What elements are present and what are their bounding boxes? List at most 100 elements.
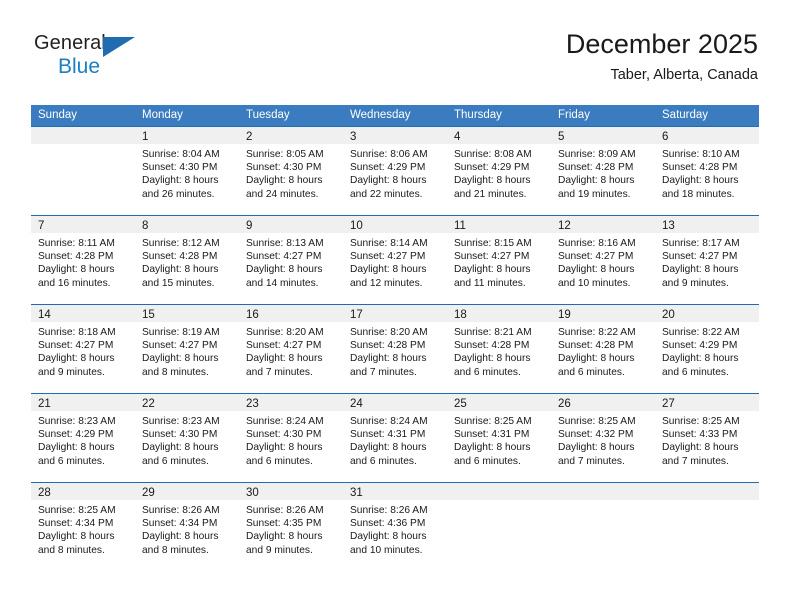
daylight-line-1: Daylight: 8 hours: [350, 442, 427, 454]
day-number: 28: [38, 487, 51, 499]
day-cell[interactable]: 11 Sunrise: 8:15 AM Sunset: 4:27 PM Dayl…: [447, 216, 551, 304]
daylight-line-1: Daylight: 8 hours: [350, 175, 427, 187]
day-info: Sunrise: 8:21 AM Sunset: 4:28 PM Dayligh…: [447, 322, 551, 379]
day-info: Sunrise: 8:08 AM Sunset: 4:29 PM Dayligh…: [447, 144, 551, 201]
day-info: [447, 500, 551, 504]
sunrise-line: Sunrise: 8:25 AM: [662, 416, 740, 427]
weekday-header-row: Sunday Monday Tuesday Wednesday Thursday…: [31, 105, 759, 126]
day-cell[interactable]: 9 Sunrise: 8:13 AM Sunset: 4:27 PM Dayli…: [239, 216, 343, 304]
day-cell[interactable]: 4 Sunrise: 8:08 AM Sunset: 4:29 PM Dayli…: [447, 127, 551, 215]
day-info: Sunrise: 8:22 AM Sunset: 4:29 PM Dayligh…: [655, 322, 759, 379]
daylight-line-2: and 7 minutes.: [246, 366, 313, 378]
day-info: Sunrise: 8:11 AM Sunset: 4:28 PM Dayligh…: [31, 233, 135, 290]
sunrise-line: Sunrise: 8:25 AM: [454, 416, 532, 427]
day-cell[interactable]: 14 Sunrise: 8:18 AM Sunset: 4:27 PM Dayl…: [31, 305, 135, 393]
daylight-line-2: and 16 minutes.: [38, 277, 111, 289]
sunset-line: Sunset: 4:28 PM: [38, 251, 114, 263]
daylight-line-2: and 26 minutes.: [142, 188, 215, 200]
day-cell[interactable]: 12 Sunrise: 8:16 AM Sunset: 4:27 PM Dayl…: [551, 216, 655, 304]
daylight-line-2: and 7 minutes.: [350, 366, 417, 378]
day-cell[interactable]: 5 Sunrise: 8:09 AM Sunset: 4:28 PM Dayli…: [551, 127, 655, 215]
daylight-line-2: and 6 minutes.: [558, 366, 625, 378]
day-cell[interactable]: 2 Sunrise: 8:05 AM Sunset: 4:30 PM Dayli…: [239, 127, 343, 215]
week-row: 28 Sunrise: 8:25 AM Sunset: 4:34 PM Dayl…: [31, 482, 759, 571]
general-blue-logo[interactable]: General Blue: [34, 32, 154, 86]
daynum-band: 28: [31, 483, 135, 500]
daylight-line-1: Daylight: 8 hours: [142, 531, 219, 543]
daylight-line-2: and 9 minutes.: [246, 544, 313, 556]
sunset-line: Sunset: 4:36 PM: [350, 518, 426, 530]
day-cell[interactable]: 7 Sunrise: 8:11 AM Sunset: 4:28 PM Dayli…: [31, 216, 135, 304]
day-cell[interactable]: 24 Sunrise: 8:24 AM Sunset: 4:31 PM Dayl…: [343, 394, 447, 482]
day-cell[interactable]: 28 Sunrise: 8:25 AM Sunset: 4:34 PM Dayl…: [31, 483, 135, 571]
daylight-line-2: and 6 minutes.: [38, 455, 105, 467]
day-cell[interactable]: 27 Sunrise: 8:25 AM Sunset: 4:33 PM Dayl…: [655, 394, 759, 482]
day-number: 6: [662, 131, 669, 143]
day-info: Sunrise: 8:06 AM Sunset: 4:29 PM Dayligh…: [343, 144, 447, 201]
day-number: 21: [38, 398, 51, 410]
sunset-line: Sunset: 4:30 PM: [246, 162, 322, 174]
day-cell[interactable]: 21 Sunrise: 8:23 AM Sunset: 4:29 PM Dayl…: [31, 394, 135, 482]
day-info: Sunrise: 8:19 AM Sunset: 4:27 PM Dayligh…: [135, 322, 239, 379]
day-cell[interactable]: 16 Sunrise: 8:20 AM Sunset: 4:27 PM Dayl…: [239, 305, 343, 393]
day-info: Sunrise: 8:14 AM Sunset: 4:27 PM Dayligh…: [343, 233, 447, 290]
day-cell[interactable]: 31 Sunrise: 8:26 AM Sunset: 4:36 PM Dayl…: [343, 483, 447, 571]
sunset-line: Sunset: 4:27 PM: [662, 251, 738, 263]
daylight-line-2: and 6 minutes.: [454, 366, 521, 378]
logo-text-blue: Blue: [58, 55, 101, 78]
daylight-line-1: Daylight: 8 hours: [350, 264, 427, 276]
daynum-band: 11: [447, 216, 551, 233]
day-info: Sunrise: 8:25 AM Sunset: 4:31 PM Dayligh…: [447, 411, 551, 468]
daylight-line-1: Daylight: 8 hours: [350, 353, 427, 365]
day-cell[interactable]: 19 Sunrise: 8:22 AM Sunset: 4:28 PM Dayl…: [551, 305, 655, 393]
daynum-band: 3: [343, 127, 447, 144]
day-cell[interactable]: 8 Sunrise: 8:12 AM Sunset: 4:28 PM Dayli…: [135, 216, 239, 304]
day-cell[interactable]: 3 Sunrise: 8:06 AM Sunset: 4:29 PM Dayli…: [343, 127, 447, 215]
day-cell[interactable]: 23 Sunrise: 8:24 AM Sunset: 4:30 PM Dayl…: [239, 394, 343, 482]
sunset-line: Sunset: 4:31 PM: [350, 429, 426, 441]
daylight-line-1: Daylight: 8 hours: [662, 353, 739, 365]
daynum-band: 21: [31, 394, 135, 411]
weekday-header-friday: Friday: [558, 109, 590, 121]
day-cell[interactable]: 20 Sunrise: 8:22 AM Sunset: 4:29 PM Dayl…: [655, 305, 759, 393]
day-number: 27: [662, 398, 675, 410]
day-number: 17: [350, 309, 363, 321]
day-info: Sunrise: 8:05 AM Sunset: 4:30 PM Dayligh…: [239, 144, 343, 201]
sunset-line: Sunset: 4:29 PM: [662, 340, 738, 352]
day-cell[interactable]: 6 Sunrise: 8:10 AM Sunset: 4:28 PM Dayli…: [655, 127, 759, 215]
day-info: [31, 144, 135, 148]
day-cell[interactable]: 29 Sunrise: 8:26 AM Sunset: 4:34 PM Dayl…: [135, 483, 239, 571]
day-number: 9: [246, 220, 253, 232]
sunrise-line: Sunrise: 8:08 AM: [454, 149, 532, 160]
day-cell[interactable]: 15 Sunrise: 8:19 AM Sunset: 4:27 PM Dayl…: [135, 305, 239, 393]
sunset-line: Sunset: 4:30 PM: [246, 429, 322, 441]
sunset-line: Sunset: 4:28 PM: [662, 162, 738, 174]
daynum-band: 14: [31, 305, 135, 322]
sunset-line: Sunset: 4:28 PM: [142, 251, 218, 263]
daynum-band: 26: [551, 394, 655, 411]
day-cell[interactable]: 22 Sunrise: 8:23 AM Sunset: 4:30 PM Dayl…: [135, 394, 239, 482]
daynum-band: [447, 483, 551, 500]
sunrise-line: Sunrise: 8:24 AM: [246, 416, 324, 427]
daylight-line-1: Daylight: 8 hours: [142, 264, 219, 276]
sunset-line: Sunset: 4:27 PM: [350, 251, 426, 263]
calendar-grid: Sunday Monday Tuesday Wednesday Thursday…: [31, 105, 759, 571]
day-cell[interactable]: 25 Sunrise: 8:25 AM Sunset: 4:31 PM Dayl…: [447, 394, 551, 482]
sunrise-line: Sunrise: 8:14 AM: [350, 238, 428, 249]
sunset-line: Sunset: 4:31 PM: [454, 429, 530, 441]
day-number: 19: [558, 309, 571, 321]
day-cell[interactable]: 17 Sunrise: 8:20 AM Sunset: 4:28 PM Dayl…: [343, 305, 447, 393]
day-info: Sunrise: 8:18 AM Sunset: 4:27 PM Dayligh…: [31, 322, 135, 379]
daylight-line-1: Daylight: 8 hours: [246, 175, 323, 187]
daylight-line-1: Daylight: 8 hours: [246, 264, 323, 276]
sunset-line: Sunset: 4:29 PM: [350, 162, 426, 174]
day-cell[interactable]: 18 Sunrise: 8:21 AM Sunset: 4:28 PM Dayl…: [447, 305, 551, 393]
daylight-line-1: Daylight: 8 hours: [558, 264, 635, 276]
day-cell[interactable]: 10 Sunrise: 8:14 AM Sunset: 4:27 PM Dayl…: [343, 216, 447, 304]
day-cell[interactable]: 30 Sunrise: 8:26 AM Sunset: 4:35 PM Dayl…: [239, 483, 343, 571]
day-cell[interactable]: 13 Sunrise: 8:17 AM Sunset: 4:27 PM Dayl…: [655, 216, 759, 304]
daylight-line-2: and 6 minutes.: [662, 366, 729, 378]
day-cell[interactable]: 1 Sunrise: 8:04 AM Sunset: 4:30 PM Dayli…: [135, 127, 239, 215]
day-number: 5: [558, 131, 565, 143]
day-cell[interactable]: 26 Sunrise: 8:25 AM Sunset: 4:32 PM Dayl…: [551, 394, 655, 482]
